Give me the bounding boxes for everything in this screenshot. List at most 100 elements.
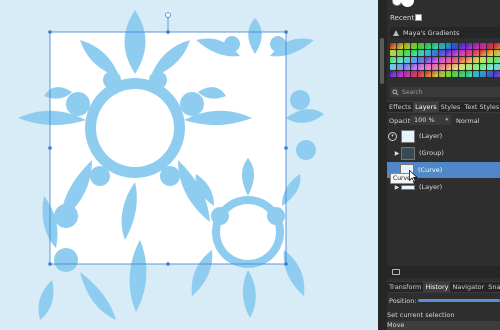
gradient-swatch[interactable] bbox=[403, 57, 410, 63]
gradient-swatch[interactable] bbox=[438, 71, 445, 77]
tab-navigator[interactable]: Navigator bbox=[450, 282, 486, 292]
gradient-swatch[interactable] bbox=[424, 71, 431, 77]
layer-row[interactable]: ▾ (Layer) bbox=[387, 128, 500, 144]
gradient-swatch[interactable] bbox=[466, 43, 473, 49]
gradient-swatch[interactable] bbox=[445, 71, 452, 77]
gradient-swatch[interactable] bbox=[410, 43, 417, 49]
tab-history[interactable]: History bbox=[423, 282, 451, 292]
gradient-swatch[interactable] bbox=[487, 64, 494, 70]
tab-transform[interactable]: Transform bbox=[387, 282, 423, 292]
gradient-swatch[interactable] bbox=[445, 50, 452, 56]
gradient-swatch[interactable] bbox=[417, 43, 424, 49]
gradient-swatch[interactable] bbox=[473, 64, 480, 70]
tab-layers[interactable]: Layers bbox=[413, 102, 439, 112]
gradient-swatch[interactable] bbox=[417, 71, 424, 77]
gradient-swatch[interactable] bbox=[494, 71, 500, 77]
gradient-swatch[interactable] bbox=[396, 64, 403, 70]
layers-stack-icon[interactable] bbox=[392, 269, 400, 275]
gradient-swatch[interactable] bbox=[487, 43, 494, 49]
gradient-swatch[interactable] bbox=[396, 50, 403, 56]
gradient-swatch[interactable] bbox=[452, 57, 459, 63]
gradient-swatch[interactable] bbox=[396, 57, 403, 63]
gradient-swatch[interactable] bbox=[424, 57, 431, 63]
gradient-swatch[interactable] bbox=[473, 57, 480, 63]
gradient-swatch[interactable] bbox=[417, 50, 424, 56]
gradient-swatch[interactable] bbox=[403, 71, 410, 77]
gradient-swatch[interactable] bbox=[480, 64, 487, 70]
gradient-swatch[interactable] bbox=[424, 50, 431, 56]
gradient-swatch[interactable] bbox=[466, 64, 473, 70]
gradient-swatch[interactable] bbox=[438, 50, 445, 56]
gradient-swatch[interactable] bbox=[473, 43, 480, 49]
blend-mode-select[interactable]: Normal bbox=[456, 117, 480, 125]
gradient-swatch[interactable] bbox=[452, 64, 459, 70]
gradient-swatch[interactable] bbox=[494, 50, 500, 56]
gradient-swatch[interactable] bbox=[417, 57, 424, 63]
gradient-swatch[interactable] bbox=[459, 50, 466, 56]
gradient-swatch[interactable] bbox=[438, 64, 445, 70]
expand-arrow-icon[interactable]: ▶ bbox=[393, 150, 401, 157]
panel-scrollbar[interactable] bbox=[378, 0, 387, 330]
search-field[interactable]: Search bbox=[390, 87, 500, 97]
gradient-swatch[interactable] bbox=[390, 64, 396, 70]
gradient-swatch[interactable] bbox=[487, 50, 494, 56]
gradient-swatch[interactable] bbox=[396, 43, 403, 49]
gradient-swatch[interactable] bbox=[431, 64, 438, 70]
gradient-swatch[interactable] bbox=[494, 57, 500, 63]
history-item[interactable]: Set current selection bbox=[387, 311, 454, 319]
gradient-swatch[interactable] bbox=[403, 43, 410, 49]
gradient-swatch[interactable] bbox=[445, 43, 452, 49]
tab-snaps[interactable]: Snaps bbox=[486, 282, 500, 292]
gradient-swatch[interactable] bbox=[466, 50, 473, 56]
gradient-swatch[interactable] bbox=[452, 43, 459, 49]
gradient-swatch[interactable] bbox=[459, 71, 466, 77]
gradient-swatch[interactable] bbox=[431, 71, 438, 77]
gradient-swatch[interactable] bbox=[466, 57, 473, 63]
palette-selector[interactable]: Maya's Gradients bbox=[390, 27, 500, 38]
tab-effects[interactable]: Effects bbox=[387, 102, 413, 112]
gradient-swatch[interactable] bbox=[403, 50, 410, 56]
history-item-selected[interactable]: Move bbox=[387, 321, 500, 330]
gradient-swatch[interactable] bbox=[390, 71, 396, 77]
opacity-field[interactable]: 100 % ▾ bbox=[411, 115, 451, 125]
gradient-swatch[interactable] bbox=[431, 50, 438, 56]
gradient-swatch[interactable] bbox=[410, 57, 417, 63]
gradient-swatch[interactable] bbox=[396, 71, 403, 77]
gradient-swatch[interactable] bbox=[410, 50, 417, 56]
gradient-swatch[interactable] bbox=[410, 64, 417, 70]
gradient-swatch[interactable] bbox=[417, 64, 424, 70]
gradient-swatch[interactable] bbox=[480, 57, 487, 63]
gradient-swatch[interactable] bbox=[452, 71, 459, 77]
gradient-swatch[interactable] bbox=[487, 71, 494, 77]
gradient-swatch[interactable] bbox=[459, 43, 466, 49]
gradient-swatch[interactable] bbox=[410, 71, 417, 77]
gradient-swatch[interactable] bbox=[445, 64, 452, 70]
eye-icon[interactable]: ▾ bbox=[388, 131, 397, 141]
gradient-swatch[interactable] bbox=[438, 57, 445, 63]
gradient-swatches[interactable] bbox=[390, 43, 500, 77]
gradient-swatch[interactable] bbox=[480, 43, 487, 49]
gradient-swatch[interactable] bbox=[445, 57, 452, 63]
gradient-swatch[interactable] bbox=[390, 57, 396, 63]
gradient-swatch[interactable] bbox=[390, 50, 396, 56]
gradient-swatch[interactable] bbox=[459, 57, 466, 63]
stroke-color-well[interactable] bbox=[401, 0, 414, 7]
recent-color-swatch[interactable] bbox=[415, 14, 422, 21]
tab-text-styles[interactable]: Text Styles bbox=[462, 102, 500, 112]
gradient-swatch[interactable] bbox=[466, 71, 473, 77]
gradient-swatch[interactable] bbox=[480, 71, 487, 77]
gradient-swatch[interactable] bbox=[473, 50, 480, 56]
gradient-swatch[interactable] bbox=[487, 57, 494, 63]
gradient-swatch[interactable] bbox=[438, 43, 445, 49]
gradient-swatch[interactable] bbox=[452, 50, 459, 56]
gradient-swatch[interactable] bbox=[494, 43, 500, 49]
layer-row[interactable]: ▶ (Group) bbox=[387, 145, 500, 161]
scrollbar-thumb[interactable] bbox=[380, 38, 384, 84]
gradient-swatch[interactable] bbox=[390, 43, 396, 49]
history-position-slider[interactable] bbox=[418, 299, 500, 302]
gradient-swatch[interactable] bbox=[473, 71, 480, 77]
gradient-swatch[interactable] bbox=[424, 43, 431, 49]
gradient-swatch[interactable] bbox=[459, 64, 466, 70]
tab-styles[interactable]: Styles bbox=[439, 102, 463, 112]
color-wells[interactable] bbox=[392, 0, 422, 8]
